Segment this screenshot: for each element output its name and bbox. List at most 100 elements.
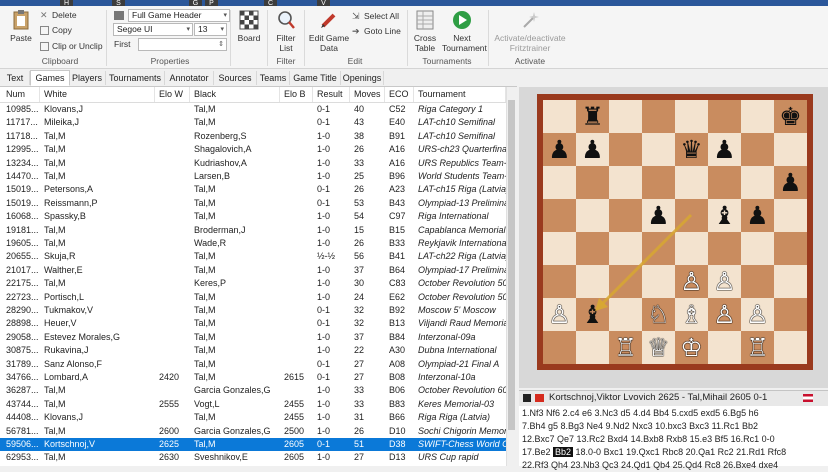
board-square[interactable] — [774, 232, 807, 265]
chess-piece[interactable]: ♟ — [774, 166, 807, 199]
table-row[interactable]: 15019... Petersons,A Tal,M 0-1 26 A23 LAT-ch15… — [0, 183, 506, 196]
table-row[interactable]: 34766... Lombard,A 2420 Tal,M 2615 0-1 27 B08 In… — [0, 371, 506, 384]
paste-button[interactable]: Paste — [6, 9, 36, 43]
activate-fritztrainer-button[interactable]: Activate/deactivate Fritztrainer — [492, 9, 568, 53]
column-header-num[interactable]: Num — [2, 87, 40, 102]
table-row[interactable]: 11717... Mileika,J Tal,M 0-1 43 E40 LAT-ch10 S… — [0, 116, 506, 129]
tab-tournaments[interactable]: Tournaments — [106, 71, 165, 85]
current-move[interactable]: Bb2 — [553, 447, 574, 457]
board-square[interactable] — [675, 100, 708, 133]
font-size-select[interactable]: 13 ▾ — [194, 23, 227, 36]
font-select[interactable]: Segoe UI ▾ — [113, 23, 193, 36]
board-square[interactable] — [609, 166, 642, 199]
chess-piece[interactable]: ♟ — [543, 133, 576, 166]
tab-text[interactable]: Text — [1, 71, 30, 85]
board-square[interactable] — [609, 265, 642, 298]
column-header-result[interactable]: Result — [313, 87, 350, 102]
chess-piece[interactable]: ♖ — [741, 331, 774, 364]
clip-unclip-button[interactable]: Clip or Unclip — [40, 40, 103, 52]
board-square[interactable] — [609, 100, 642, 133]
table-row[interactable]: 10985... Klovans,J Tal,M 0-1 40 C52 Riga Categ… — [0, 103, 506, 116]
tab-teams[interactable]: Teams — [257, 71, 290, 85]
table-row[interactable]: 21017... Walther,E Tal,M 1-0 37 B64 Olympiad-1… — [0, 264, 506, 277]
table-row[interactable]: 56781... Tal,M 2600 Garcia Gonzales,G 2500 1-… — [0, 425, 506, 438]
table-row[interactable]: 36287... Tal,M Garcia Gonzales,G 1-0 33 B06 Oc… — [0, 384, 506, 397]
board-square[interactable] — [774, 133, 807, 166]
board-square[interactable] — [543, 331, 576, 364]
table-row[interactable]: 22175... Tal,M Keres,P 1-0 30 C83 October Revo… — [0, 277, 506, 290]
table-row[interactable]: 22723... Portisch,L Tal,M 1-0 24 E62 October R… — [0, 291, 506, 304]
table-row[interactable]: 19605... Tal,M Wade,R 1-0 26 B33 Reykjavik Int… — [0, 237, 506, 250]
board-square[interactable] — [609, 133, 642, 166]
board-square[interactable] — [741, 232, 774, 265]
board-square[interactable] — [675, 166, 708, 199]
board-square[interactable] — [543, 199, 576, 232]
tab-annotator[interactable]: Annotator — [165, 71, 214, 85]
board-square[interactable] — [642, 100, 675, 133]
chess-piece[interactable]: ♜ — [576, 100, 609, 133]
chess-piece[interactable]: ♟ — [708, 133, 741, 166]
chess-piece[interactable]: ♝ — [708, 199, 741, 232]
table-row[interactable]: 20655... Skuja,R Tal,M ½-½ 56 B41 LAT-ch22 Rig… — [0, 250, 506, 263]
board-square[interactable] — [708, 232, 741, 265]
chess-piece[interactable]: ♟ — [642, 199, 675, 232]
board-square[interactable] — [543, 100, 576, 133]
table-row[interactable]: 11718... Tal,M Rozenberg,S 1-0 38 B91 LAT-ch10… — [0, 130, 506, 143]
table-row[interactable]: 62953... Tal,M 2630 Sveshnikov,E 2605 1-0 27 D1… — [0, 451, 506, 464]
board-square[interactable] — [576, 232, 609, 265]
table-row[interactable]: 19181... Tal,M Broderman,J 1-0 15 B15 Capablan… — [0, 224, 506, 237]
board-square[interactable] — [741, 166, 774, 199]
board-square[interactable] — [774, 265, 807, 298]
delete-button[interactable]: ✕ Delete — [40, 9, 77, 21]
select-all-button[interactable]: ⇲ Select All — [352, 10, 399, 22]
column-header-eco[interactable]: ECO — [385, 87, 414, 102]
board-square[interactable] — [543, 232, 576, 265]
table-row[interactable]: 14470... Tal,M Larsen,B 1-0 25 B96 World Stude… — [0, 170, 506, 183]
tab-games[interactable]: Games — [30, 70, 70, 86]
chess-piece[interactable]: ♗ — [675, 298, 708, 331]
chess-piece[interactable]: ♔ — [675, 331, 708, 364]
chess-piece[interactable]: ♟ — [576, 133, 609, 166]
chess-piece[interactable]: ♙ — [708, 265, 741, 298]
column-header-black[interactable]: Black — [190, 87, 280, 102]
table-row[interactable]: 28898... Heuer,V Tal,M 0-1 32 B13 Viljandi Rau… — [0, 317, 506, 330]
table-row[interactable]: 16068... Spassky,B Tal,M 1-0 54 C97 Riga Inter… — [0, 210, 506, 223]
goto-line-button[interactable]: ➔ Goto Line — [352, 25, 401, 37]
chess-piece[interactable]: ♙ — [543, 298, 576, 331]
tab-players[interactable]: Players — [69, 71, 106, 85]
filter-list-button[interactable]: Filter List — [272, 9, 300, 53]
table-row[interactable]: 43744... Tal,M 2555 Vogt,L 2455 1-0 33 B83 Keres… — [0, 398, 506, 411]
board-square[interactable] — [642, 133, 675, 166]
chess-piece[interactable]: ♟ — [741, 199, 774, 232]
chess-board[interactable]: ♜ ♚ ♟ ♟ ♛ ♟ ♟ ♟ ♝ ♟ ♙ ♙ ♙ ♝ ♘ ♗ ♙ ♙ ♖ ♕ ♔ ♖ — [543, 100, 807, 364]
tab-openings[interactable]: Openings — [341, 71, 384, 85]
table-row[interactable]: 44408... Klovans,J Tal,M 2455 1-0 31 B66 Riga R… — [0, 411, 506, 424]
column-header-tournament[interactable]: Tournament — [414, 87, 506, 102]
board-square[interactable] — [642, 265, 675, 298]
board-square[interactable] — [576, 166, 609, 199]
table-row[interactable]: 30875... Rukavina,J Tal,M 1-0 22 A30 Dubna Int… — [0, 344, 506, 357]
table-row[interactable]: 15019... Reissmann,P Tal,M 0-1 53 B43 Olympiad… — [0, 197, 506, 210]
table-row[interactable]: 59506... Kortschnoj,V 2625 Tal,M 2605 0-1 51 D3… — [0, 438, 506, 451]
notation-pane[interactable]: 1.Nf3 Nf6 2.c4 e6 3.Nc3 d5 4.d4 Bb4 5.cx… — [519, 406, 828, 470]
board-button[interactable]: Board — [236, 9, 262, 43]
board-square[interactable] — [642, 166, 675, 199]
scrollbar-thumb[interactable] — [508, 100, 515, 430]
board-square[interactable] — [609, 298, 642, 331]
board-square[interactable] — [708, 331, 741, 364]
table-row[interactable]: 28290... Tukmakov,V Tal,M 0-1 32 B92 Moscow 5'… — [0, 304, 506, 317]
column-header-elo-b[interactable]: Elo B — [280, 87, 313, 102]
table-row[interactable]: 13234... Tal,M Kudriashov,A 1-0 33 A16 URS Rep… — [0, 157, 506, 170]
table-row[interactable]: 29058... Estevez Morales,G Tal,M 1-0 37 B84 In… — [0, 331, 506, 344]
board-square[interactable] — [741, 265, 774, 298]
board-square[interactable] — [642, 232, 675, 265]
edit-game-data-button[interactable]: Edit Game Data — [308, 9, 350, 53]
chess-piece[interactable]: ♙ — [741, 298, 774, 331]
chess-piece[interactable]: ♕ — [642, 331, 675, 364]
column-header-elo-w[interactable]: Elo W — [155, 87, 190, 102]
board-square[interactable] — [543, 166, 576, 199]
board-square[interactable] — [576, 199, 609, 232]
cross-table-button[interactable]: Cross Table — [411, 9, 439, 53]
chess-piece[interactable]: ♚ — [774, 100, 807, 133]
board-square[interactable] — [741, 133, 774, 166]
